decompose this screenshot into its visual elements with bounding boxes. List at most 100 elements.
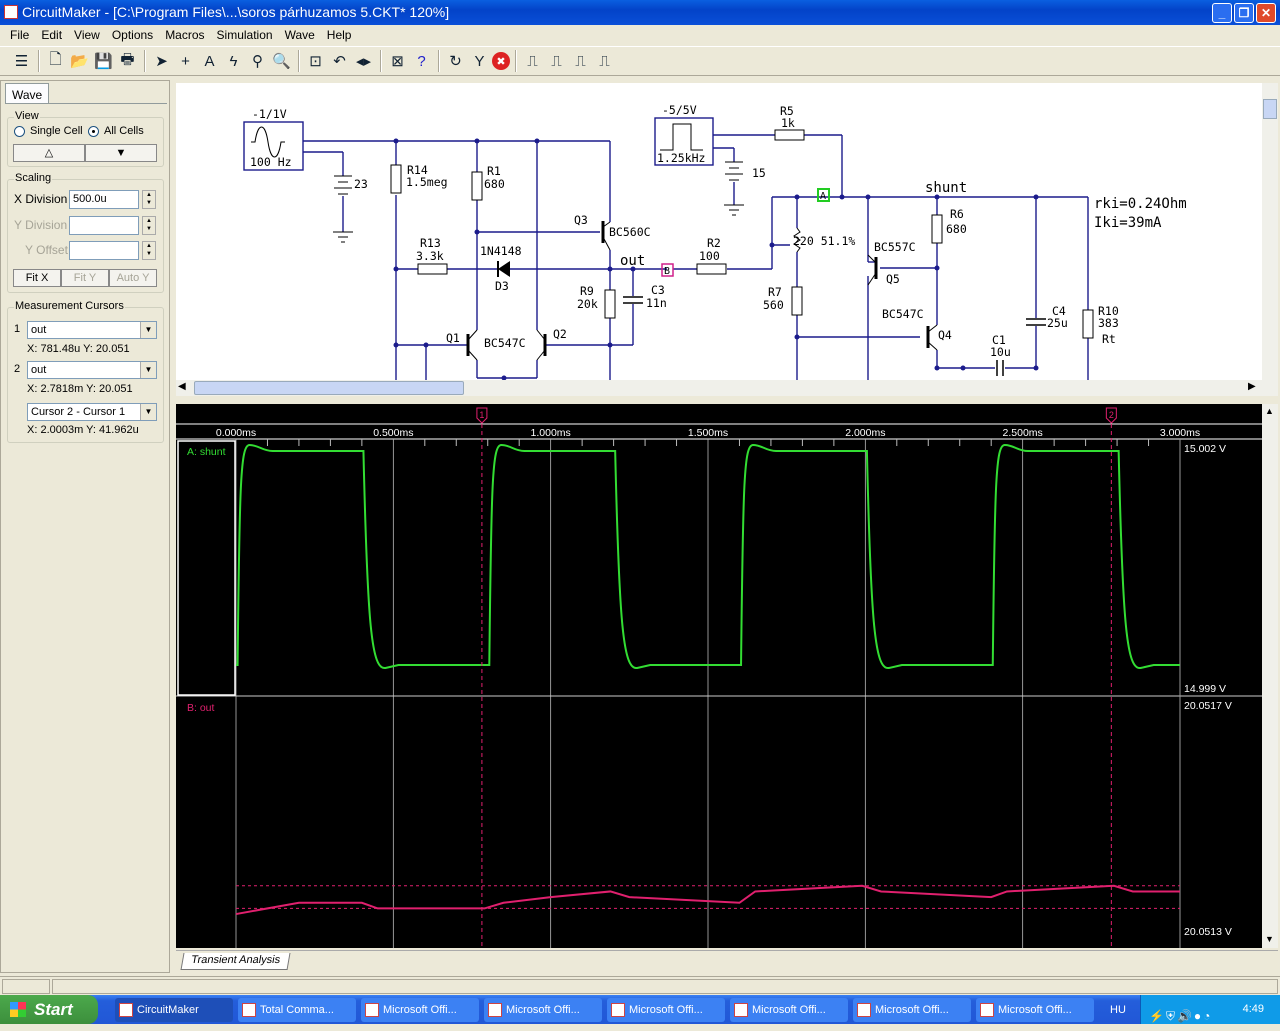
single-cell-radio[interactable] [14,126,25,137]
taskbar-item[interactable]: Microsoft Offi... [607,997,725,1022]
resistor-r2[interactable] [696,263,727,275]
menu-help[interactable]: Help [321,28,358,42]
menu-view[interactable]: View [68,28,106,42]
fit-y-button[interactable]: Fit Y [61,269,109,287]
probe-tool-icon[interactable]: ⚲ [246,50,269,72]
close-button[interactable]: ✕ [1256,3,1276,23]
tray-icons[interactable]: ⚡⛨🔊●◔ [1149,1002,1212,1031]
taskbar-item[interactable]: Total Comma... [238,997,356,1022]
resistor-r10[interactable] [1082,309,1094,339]
minimize-button[interactable]: _ [1212,3,1232,23]
open-icon[interactable]: 📂 [68,50,91,72]
resistor-r13[interactable] [417,263,448,275]
resistor-r1[interactable] [471,171,483,201]
new-icon[interactable]: 🗋 [44,50,67,72]
cursor-1-signal: out [31,324,47,336]
x-division-input[interactable]: 500.0u [69,190,139,209]
waveform-display[interactable]: 0.000ms 0.500ms 1.000ms 1.500ms 2.000ms 2.500… [176,404,1262,948]
tab-transient-analysis[interactable]: Transient Analysis [180,953,291,970]
chevron-down-icon: ▼ [140,404,156,420]
maximize-button[interactable]: ❐ [1234,3,1254,23]
resistor-r5[interactable] [774,129,805,141]
all-cells-radio[interactable] [88,126,99,137]
view-group: View Single Cell All Cells △ ▼ [7,110,164,167]
rotate-icon[interactable]: ↶ [328,50,351,72]
menu-wave[interactable]: Wave [279,28,321,42]
y-offset-spinner[interactable]: ▲ ▼ [142,241,156,260]
resistor-r6[interactable] [931,214,943,244]
cursor-2-signal-select[interactable]: out ▼ [27,361,157,379]
cell-icon-4[interactable]: ⎍ [593,50,616,72]
cursor-diff-mode-select[interactable]: Cursor 2 - Cursor 1 ▼ [27,403,157,421]
diode-d3[interactable] [498,261,510,277]
stop-icon[interactable]: ✖ [492,52,510,70]
mirror-icon[interactable]: ◂▸ [352,50,375,72]
digital-analog-icon[interactable]: ⊠ [386,50,409,72]
channel-a-label[interactable]: A: shunt [187,446,226,458]
previous-cell-button[interactable]: △ [13,144,85,162]
language-indicator[interactable]: HU [1110,1004,1126,1016]
scroll-thumb[interactable] [194,381,464,395]
scroll-right-icon[interactable]: ▶ [1248,381,1256,392]
cell-icon-1[interactable]: ⎍ [521,50,544,72]
y-offset-input[interactable] [69,241,139,260]
menu-file[interactable]: File [4,28,35,42]
junction-dot [393,342,399,348]
help-icon[interactable]: ? [410,50,433,72]
cell-icon-2[interactable]: ⎍ [545,50,568,72]
text-tool-icon[interactable]: A [198,50,221,72]
junction-dot [865,194,871,200]
cursor-1-signal-select[interactable]: out ▼ [27,321,157,339]
taskbar-item[interactable]: Microsoft Offi... [361,997,479,1022]
save-icon[interactable]: 💾 [92,50,115,72]
taskbar-item-label: Microsoft Offi... [383,1003,457,1016]
reset-icon[interactable]: ↻ [444,50,467,72]
schematic-canvas[interactable]: -1/1V 100 Hz 23 R14 1.5meg R1 680 Q3 BC560C R13 3.… [176,83,1262,381]
start-button[interactable]: Start [0,995,98,1024]
resistor-r14[interactable] [390,164,402,194]
menu-macros[interactable]: Macros [159,28,210,42]
cell-icon-3[interactable]: ⎍ [569,50,592,72]
zoom-tool-icon[interactable]: 🔍 [270,50,293,72]
y-division-input[interactable] [69,216,139,235]
y-division-spinner[interactable]: ▲ ▼ [142,216,156,235]
menu-options[interactable]: Options [106,28,159,42]
junction-dot [769,242,775,248]
schematic-vertical-scrollbar[interactable] [1262,83,1278,380]
parts-bin-icon[interactable]: ☰ [10,50,33,72]
wire-tool-icon[interactable]: + [174,50,197,72]
x-division-spinner[interactable]: ▲ ▼ [142,190,156,209]
app-icon [4,5,18,19]
fit-x-button[interactable]: Fit X [13,269,61,287]
step-icon[interactable]: Y [468,50,491,72]
menu-edit[interactable]: Edit [35,28,68,42]
taskbar-item[interactable]: Microsoft Offi... [853,997,971,1022]
measurement-cursors-group: Measurement Cursors 1 out ▼ X: 781.48u Y:… [7,300,164,443]
channel-a-selection[interactable] [177,440,236,696]
label-r9: R9 [580,284,594,298]
resistor-r7[interactable] [791,286,803,316]
tab-wave[interactable]: Wave [5,83,49,104]
waveform-vertical-scrollbar[interactable]: ▲ ▼ [1262,404,1278,948]
taskbar-item[interactable]: Microsoft Offi... [484,997,602,1022]
junction-dot [1033,365,1039,371]
window-title: CircuitMaker - [C:\Program Files\...\sor… [22,4,450,20]
taskbar-item-label: Total Comma... [260,1003,334,1016]
scroll-left-icon[interactable]: ◀ [178,381,186,392]
taskbar-item[interactable]: Microsoft Offi... [730,997,848,1022]
taskbar-item[interactable]: CircuitMaker [115,997,233,1022]
toolbar-separator [380,50,382,72]
x-tick-label: 1.500ms [688,427,728,439]
arrow-tool-icon[interactable]: ➤ [150,50,173,72]
schematic-horizontal-scrollbar[interactable]: ◀ ▶ [176,380,1278,396]
auto-y-button[interactable]: Auto Y [109,269,157,287]
fault-tool-icon[interactable]: ϟ [222,50,245,72]
channel-b-label[interactable]: B: out [187,702,215,714]
zoom-fit-icon[interactable]: ⊡ [304,50,327,72]
taskbar-item[interactable]: Microsoft Offi... [976,997,1094,1022]
resistor-r9[interactable] [604,289,616,319]
menu-simulation[interactable]: Simulation [211,28,279,42]
print-icon[interactable]: 🖶 [116,50,139,72]
next-cell-button[interactable]: ▼ [85,144,157,162]
label-q5t: BC557C [874,240,916,254]
